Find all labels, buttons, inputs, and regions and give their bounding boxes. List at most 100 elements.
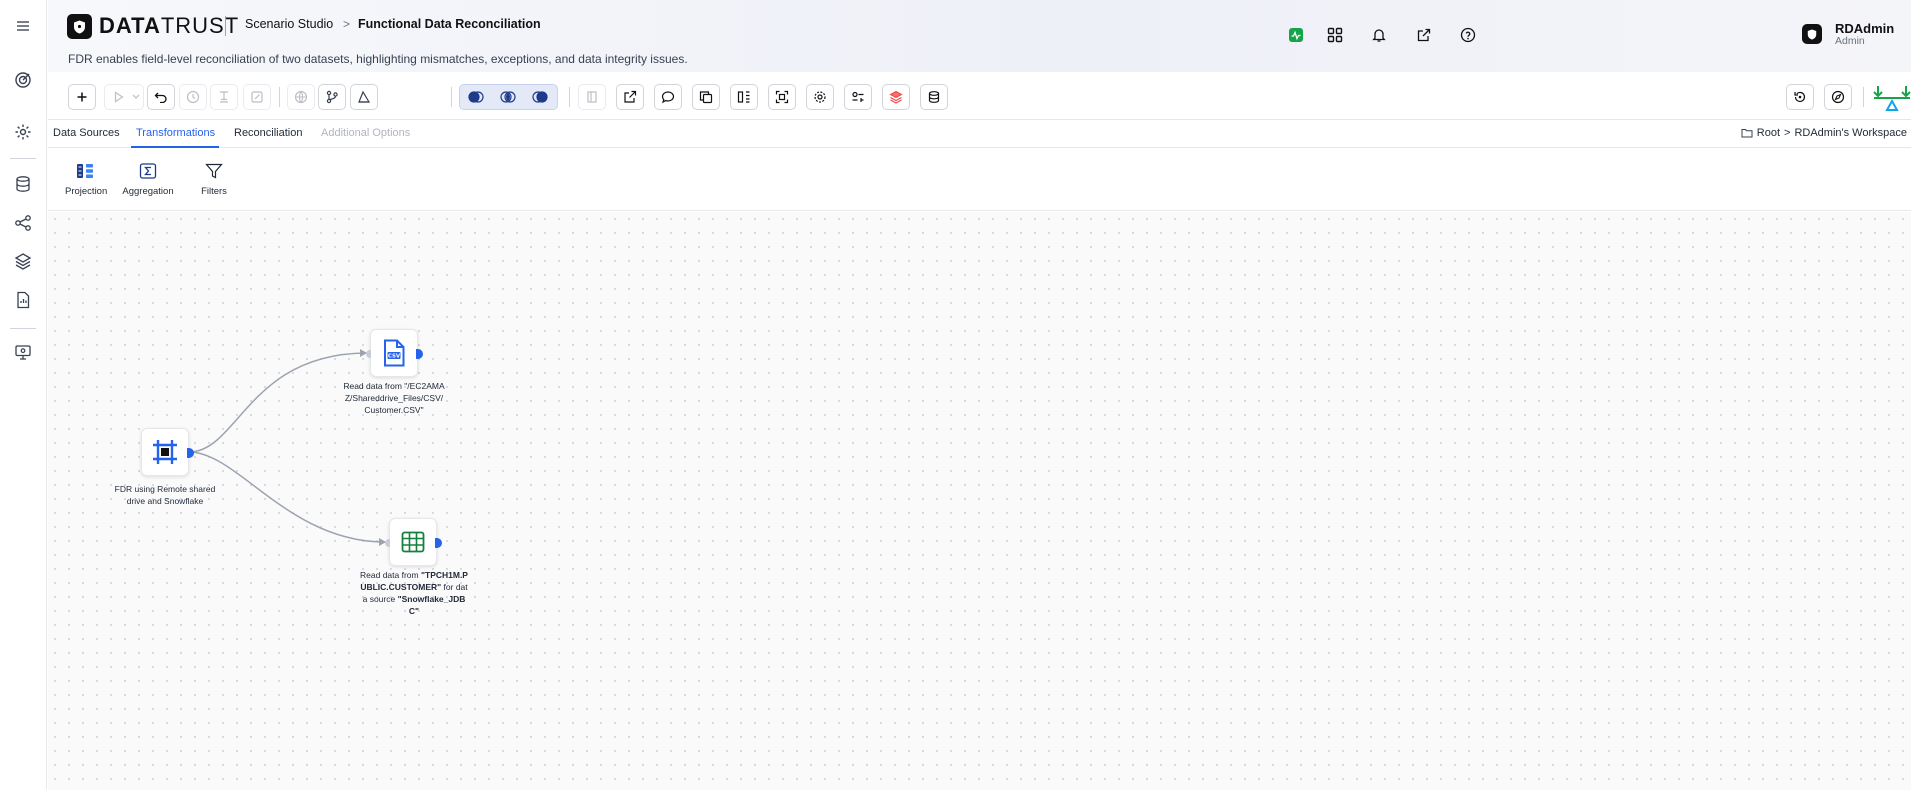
- header-divider: [225, 16, 226, 36]
- bell-icon[interactable]: [1369, 25, 1389, 45]
- tab-reconciliation[interactable]: Reconciliation: [234, 127, 302, 139]
- workspace-separator: >: [1784, 127, 1791, 139]
- monitor-icon[interactable]: [11, 340, 35, 364]
- page-description: FDR enables field-level reconciliation o…: [68, 52, 688, 66]
- left-rail: [0, 0, 47, 790]
- comment-button[interactable]: [654, 84, 682, 110]
- svg-text:CSV: CSV: [388, 354, 401, 360]
- workspace-name[interactable]: RDAdmin's Workspace: [1794, 127, 1907, 139]
- layers-stack-button[interactable]: [882, 84, 910, 110]
- panel-button[interactable]: [578, 84, 606, 110]
- palette-item-filters[interactable]: Filters: [196, 162, 232, 197]
- tab-data-sources[interactable]: Data Sources: [53, 127, 120, 139]
- breadcrumb-separator: >: [343, 17, 351, 31]
- palette-item-aggregation[interactable]: Aggregation: [121, 162, 175, 197]
- palette-item-projection[interactable]: Projection: [65, 162, 108, 197]
- clear-format-button[interactable]: [210, 84, 238, 110]
- target-icon[interactable]: [11, 68, 35, 92]
- help-icon[interactable]: [1458, 25, 1478, 45]
- palette-label: Aggregation: [122, 186, 174, 197]
- menu-icon[interactable]: [11, 14, 35, 38]
- toolbar-divider: [569, 87, 570, 107]
- user-name[interactable]: RDAdmin: [1835, 21, 1894, 36]
- node-table-label: Read data from "TPCH1M.PUBLIC.CUSTOMER" …: [358, 569, 470, 617]
- scenario-icon: [153, 440, 177, 464]
- rail-divider: [10, 158, 36, 159]
- layers-icon[interactable]: [11, 249, 35, 273]
- apps-grid-icon[interactable]: [1325, 25, 1345, 45]
- projection-icon: [77, 164, 93, 178]
- app-root: DATATRUST Scenario Studio > Functional D…: [0, 0, 1911, 790]
- user-role: Admin: [1835, 35, 1865, 47]
- tab-bar: Data Sources Transformations Reconciliat…: [48, 120, 1911, 148]
- activity-icon[interactable]: [1286, 25, 1306, 45]
- folder-icon: [1741, 129, 1753, 138]
- toolbar: [48, 72, 1911, 120]
- database-icon[interactable]: [11, 172, 35, 196]
- tab-transformations[interactable]: Transformations: [136, 127, 215, 139]
- fit-view-button[interactable]: [768, 84, 796, 110]
- node-source-name: "Snowflake_JDBC": [397, 594, 466, 616]
- workspace-root[interactable]: Root: [1757, 127, 1780, 139]
- avatar[interactable]: [1802, 24, 1822, 44]
- mapping-button[interactable]: [844, 84, 872, 110]
- filter-icon: [205, 163, 223, 179]
- left-join-icon[interactable]: [467, 89, 485, 105]
- datasource-button[interactable]: [920, 84, 948, 110]
- brand-bold: DATA: [99, 13, 161, 38]
- inner-join-icon[interactable]: [499, 89, 517, 105]
- share-nodes-icon[interactable]: [11, 211, 35, 235]
- split-button[interactable]: [730, 84, 758, 110]
- toolbar-divider: [279, 87, 280, 107]
- export-button[interactable]: [616, 84, 644, 110]
- join-type-group: [459, 84, 558, 110]
- globe-button[interactable]: [287, 84, 315, 110]
- gear-icon[interactable]: [11, 120, 35, 144]
- logo-shield-icon: [67, 14, 92, 39]
- breadcrumb-scenario-studio[interactable]: Scenario Studio: [245, 17, 333, 31]
- page-title: Functional Data Reconciliation: [358, 17, 541, 31]
- external-link-icon[interactable]: [1414, 25, 1434, 45]
- brand-light: TRUST: [160, 13, 240, 38]
- history-button[interactable]: [179, 84, 207, 110]
- active-tab-indicator: [131, 146, 219, 148]
- input-port[interactable]: [385, 539, 390, 547]
- run-button[interactable]: [104, 84, 144, 110]
- copy-button[interactable]: [692, 84, 720, 110]
- compass-button[interactable]: [1824, 84, 1852, 110]
- csv-file-icon: CSV: [384, 339, 405, 367]
- palette-label: Filters: [201, 186, 227, 197]
- table-icon: [401, 531, 425, 553]
- palette-label: Projection: [65, 186, 108, 197]
- undo-button[interactable]: [147, 84, 175, 110]
- report-icon[interactable]: [11, 288, 35, 312]
- sigma-icon: [139, 163, 157, 179]
- edit-button[interactable]: [243, 84, 271, 110]
- right-join-icon[interactable]: [531, 89, 549, 105]
- restore-button[interactable]: [1786, 84, 1814, 110]
- settings-button[interactable]: [806, 84, 834, 110]
- brand-logo[interactable]: DATATRUST: [99, 13, 239, 39]
- node-table-source[interactable]: [385, 518, 442, 566]
- reconcile-scale-icon: [1873, 86, 1911, 111]
- transformation-palette: Projection Aggregation Filters: [48, 149, 1911, 211]
- chevron-down-icon: [132, 94, 140, 99]
- rail-divider: [10, 328, 36, 329]
- input-port[interactable]: [366, 350, 371, 358]
- node-csv-source[interactable]: CSV: [366, 329, 423, 377]
- node-scenario-root[interactable]: [141, 428, 194, 476]
- tab-additional-options[interactable]: Additional Options: [321, 127, 410, 139]
- node-scenario-label: FDR using Remote shared drive and Snowfl…: [114, 484, 216, 506]
- measure-button[interactable]: [350, 84, 378, 110]
- flow-canvas[interactable]: FDR using Remote shared drive and Snowfl…: [48, 212, 1911, 790]
- add-button[interactable]: [68, 84, 96, 110]
- flow-edges: [188, 349, 386, 546]
- node-csv-label: Read data from "/EC2AMAZ/Shareddrive_Fil…: [343, 381, 445, 415]
- workspace-breadcrumb[interactable]: Root > RDAdmin's Workspace: [1741, 127, 1907, 139]
- edge-root-to-csv: [188, 352, 367, 453]
- branch-button[interactable]: [318, 84, 346, 110]
- toolbar-divider: [1863, 87, 1864, 107]
- node-table-label-prefix: Read data from: [360, 570, 421, 580]
- toolbar-divider: [451, 87, 452, 107]
- top-header: DATATRUST Scenario Studio > Functional D…: [48, 0, 1911, 72]
